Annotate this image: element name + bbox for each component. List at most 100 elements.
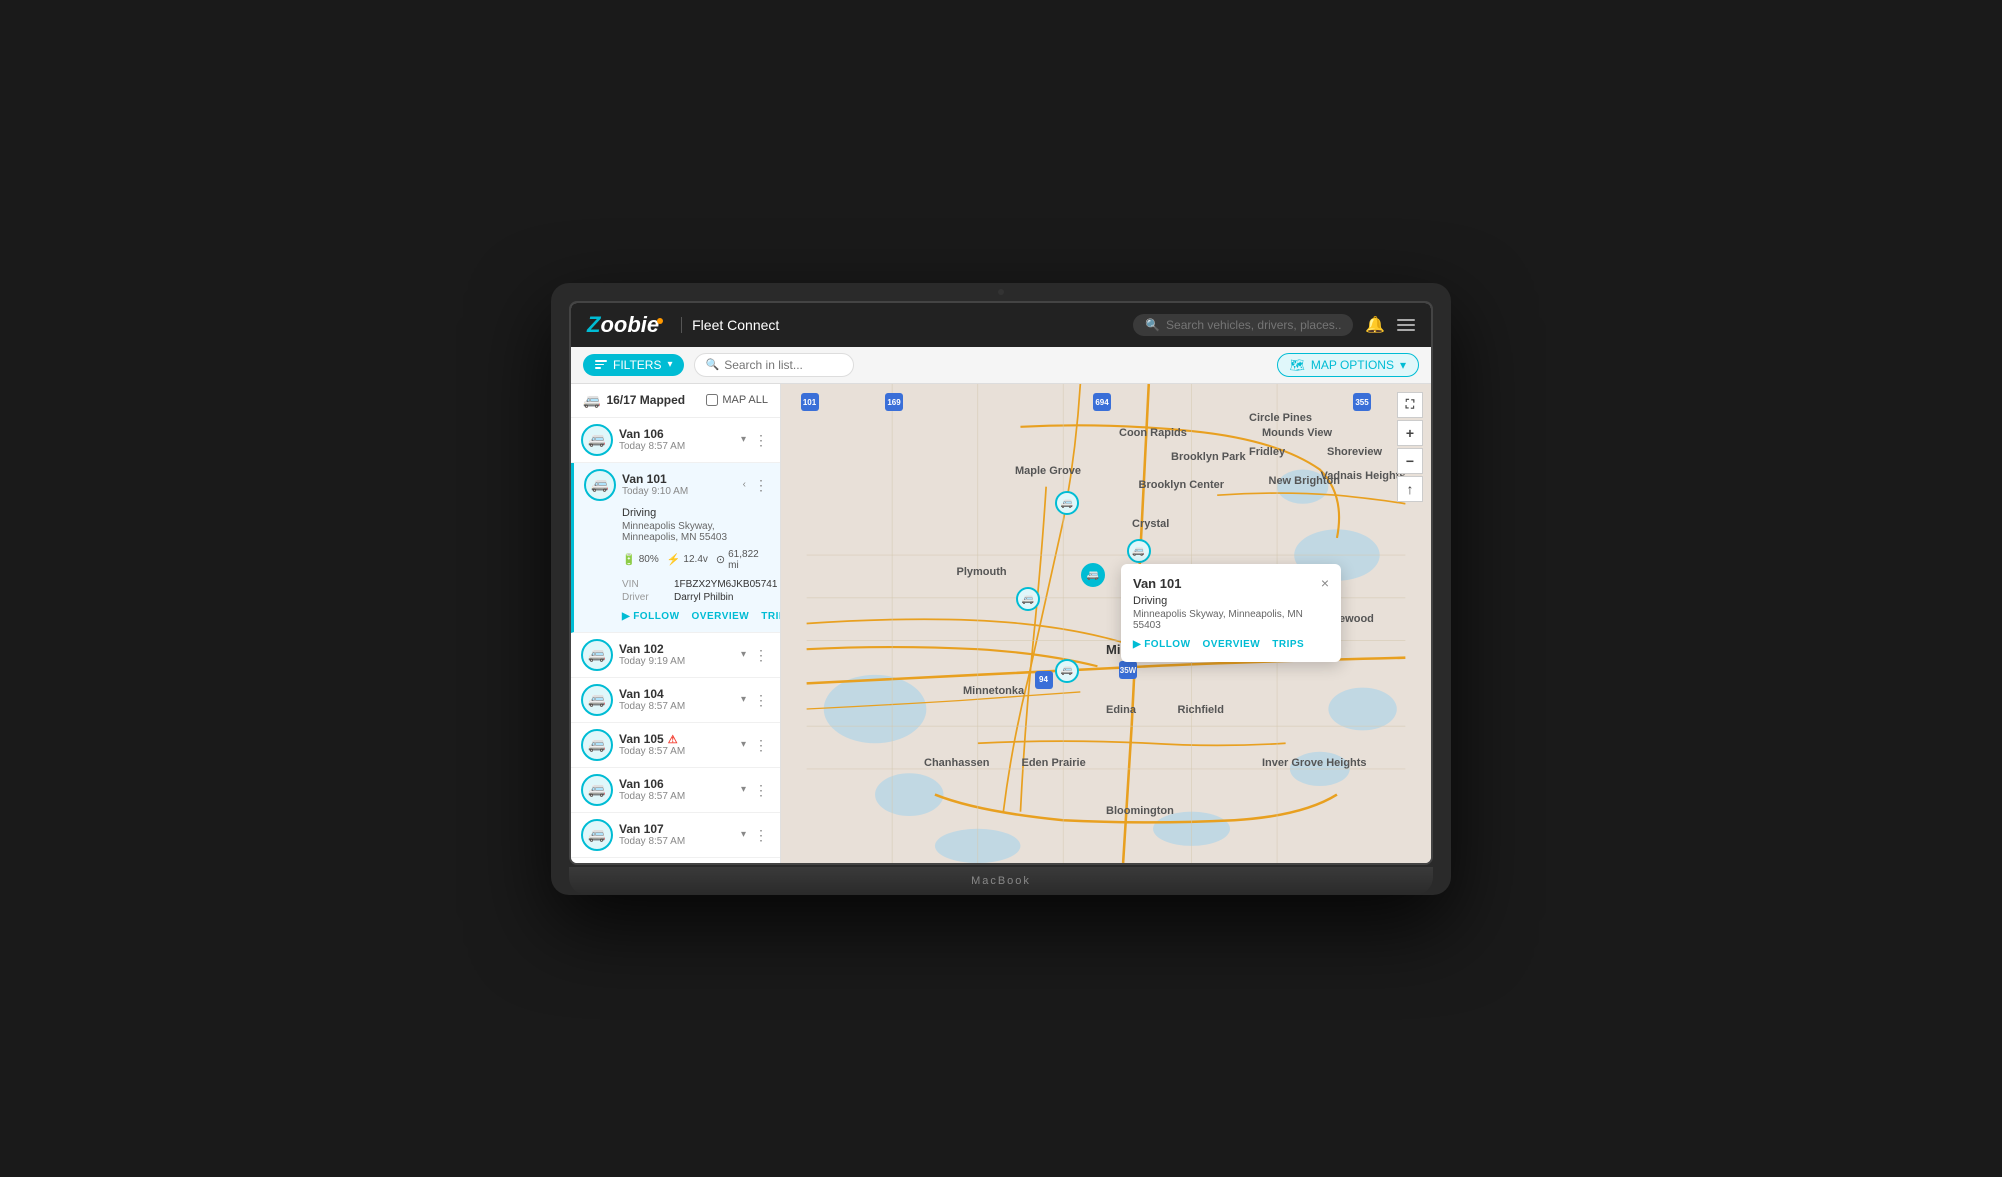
vehicle-info-van106: Van 106 Today 8:57 AM [619,777,733,802]
vehicle-detail-van101: Driving Minneapolis Skyway, Minneapolis,… [584,501,770,626]
battery-value: 80% [639,554,659,565]
logo-obie: oobie [600,312,659,338]
vehicle-time-van101: Today 9:10 AM [622,486,735,497]
driver-value: Darryl Philbin [674,592,777,603]
vehicle-expand-van106b[interactable]: ▾ [739,782,748,797]
vehicle-item-van106[interactable]: 🚐 Van 106 Today 8:57 AM ▾ ⋮ [571,768,780,813]
filters-button[interactable]: FILTERS ▾ [583,354,684,376]
vehicle-avatar-van104: 🚐 [581,684,613,716]
toolbar-left: FILTERS ▾ 🔍 [583,353,854,377]
map-fullscreen-button[interactable]: ⛶ [1397,392,1423,418]
vehicle-address-van101: Minneapolis Skyway, Minneapolis, MN 5540… [622,521,770,543]
alert-icon-van105: ⚠ [668,733,678,746]
vehicle-row-van106: 🚐 Van 106 Today 8:57 AM ▾ ⋮ [581,774,770,806]
vehicle-menu-van107[interactable]: ⋮ [752,826,770,844]
map-marker-van102[interactable]: 🚐 [1127,539,1151,563]
header-search-input[interactable] [1166,318,1341,332]
laptop-brand: MacBook [971,875,1031,887]
vehicle-item-van101[interactable]: 🚐 Van 101 Today 9:10 AM ‹ ⋮ Driving [571,463,780,633]
vehicle-menu-van106b[interactable]: ⋮ [752,781,770,799]
vehicle-row-van107: 🚐 Van 107 Today 8:57 AM ▾ ⋮ [581,819,770,851]
list-search-icon: 🔍 [705,358,719,371]
mileage-icon: ⊙ [716,553,725,566]
map-options-chevron-icon: ▾ [1400,358,1406,372]
vehicle-time-van105: Today 8:57 AM [619,746,733,757]
vehicle-item-van107[interactable]: 🚐 Van 107 Today 8:57 AM ▾ ⋮ [571,813,780,858]
popup-header: Van 101 × [1133,576,1329,591]
vehicle-info-van107: Van 107 Today 8:57 AM [619,822,733,847]
map-area[interactable]: Circle Pines Coon Rapids Brooklyn Park M… [781,384,1431,863]
notification-bell-icon[interactable]: 🔔 [1365,315,1385,335]
vin-label: VIN [622,579,672,590]
map-marker-van104[interactable]: 🚐 [1055,491,1079,515]
map-options-icon: 🗺 [1290,358,1305,372]
filters-chevron-icon: ▾ [667,359,672,370]
map-marker-van107[interactable]: 🚐 [1055,659,1079,683]
vehicle-item-van104[interactable]: 🚐 Van 104 Today 8:57 AM ▾ ⋮ [571,678,780,723]
vehicle-actions-van104: ▾ ⋮ [739,691,770,709]
vehicle-item-van201[interactable]: 🚐 Van 201 ⚠ Today 8:57 AM ▾ ⋮ [571,858,780,863]
vehicle-menu-van101[interactable]: ⋮ [752,476,770,494]
laptop-shell: Z oobie Fleet Connect 🔍 🔔 [551,283,1451,895]
popup-title: Van 101 [1133,576,1181,591]
header-search-icon: 🔍 [1145,318,1160,332]
map-zoom-in-button[interactable]: + [1397,420,1423,446]
vehicle-expand-van105[interactable]: ▾ [739,737,748,752]
vehicle-menu-van106[interactable]: ⋮ [752,431,770,449]
voltage-value: 12.4v [683,554,707,565]
vehicle-time-van102: Today 9:19 AM [619,656,733,667]
vehicle-time-van107: Today 8:57 AM [619,836,733,847]
popup-trips-button[interactable]: TRIPS [1272,639,1304,650]
vehicle-item-van102[interactable]: 🚐 Van 102 Today 9:19 AM ▾ ⋮ [571,633,780,678]
trips-button-van101[interactable]: TRIPS [761,611,781,622]
vehicle-avatar-van106b: 🚐 [581,774,613,806]
vehicle-menu-van102[interactable]: ⋮ [752,646,770,664]
follow-icon: ▶ [622,611,630,622]
map-marker-van105[interactable]: 🚐 [1016,587,1040,611]
map-popup-van101: Van 101 × Driving Minneapolis Skyway, Mi… [1121,564,1341,662]
vehicle-expand-van106[interactable]: ▾ [739,432,748,447]
vehicle-item-van105[interactable]: 🚐 Van 105 ⚠ Today 8:57 AM ▾ ⋮ [571,723,780,768]
vehicle-list: 🚐 16/17 Mapped MAP ALL 🚐 Van 106 [571,384,781,863]
vehicle-avatar-van105: 🚐 [581,729,613,761]
vehicle-expand-van107[interactable]: ▾ [739,827,748,842]
popup-follow-button[interactable]: ▶ FOLLOW [1133,639,1191,650]
popup-overview-button[interactable]: OVERVIEW [1203,639,1261,650]
vehicle-status-van101: Driving [622,507,770,519]
logo-dot [657,318,663,324]
popup-close-button[interactable]: × [1321,576,1329,590]
vehicle-quick-actions-van101: ▶ FOLLOW OVERVIEW TRIPS [622,611,770,622]
vehicle-info-van106: Van 106 Today 8:57 AM [619,427,733,452]
vin-value: 1FBZX2YM6JKB05741 [674,579,777,590]
header-right: 🔍 🔔 [1133,314,1415,336]
map-all-input[interactable] [706,394,718,406]
vehicle-expand-van102[interactable]: ▾ [739,647,748,662]
vehicle-expand-van104[interactable]: ▾ [739,692,748,707]
map-options-button[interactable]: 🗺 MAP OPTIONS ▾ [1277,353,1419,377]
header-search-box[interactable]: 🔍 [1133,314,1353,336]
vehicle-item-van106-top[interactable]: 🚐 Van 106 Today 8:57 AM ▾ ⋮ [571,418,780,463]
list-search-input[interactable] [724,358,843,372]
follow-button-van101[interactable]: ▶ FOLLOW [622,611,680,622]
app-container: Z oobie Fleet Connect 🔍 🔔 [571,303,1431,863]
vehicle-name-van106: Van 106 [619,427,733,441]
content-area: 🚐 16/17 Mapped MAP ALL 🚐 Van 106 [571,384,1431,863]
popup-actions: ▶ FOLLOW OVERVIEW TRIPS [1133,639,1329,650]
vehicle-menu-van104[interactable]: ⋮ [752,691,770,709]
app-header: Z oobie Fleet Connect 🔍 🔔 [571,303,1431,347]
list-search-box[interactable]: 🔍 [694,353,854,377]
vehicle-row-van102: 🚐 Van 102 Today 9:19 AM ▾ ⋮ [581,639,770,671]
map-all-checkbox[interactable]: MAP ALL [706,394,768,406]
map-north-button[interactable]: ↑ [1397,476,1423,502]
vehicle-actions-van107: ▾ ⋮ [739,826,770,844]
battery-icon: 🔋 [622,553,636,566]
overview-button-van101[interactable]: OVERVIEW [692,611,750,622]
map-marker-van101[interactable]: 🚐 [1081,563,1105,587]
vehicle-menu-van105[interactable]: ⋮ [752,736,770,754]
toolbar: FILTERS ▾ 🔍 🗺 MAP OPTIONS ▾ [571,347,1431,384]
map-zoom-out-button[interactable]: − [1397,448,1423,474]
vehicle-time-van104: Today 8:57 AM [619,701,733,712]
hamburger-menu-icon[interactable] [1397,319,1415,331]
vehicle-collapse-van101[interactable]: ‹ [741,477,748,492]
vehicle-name-van106b: Van 106 [619,777,733,791]
